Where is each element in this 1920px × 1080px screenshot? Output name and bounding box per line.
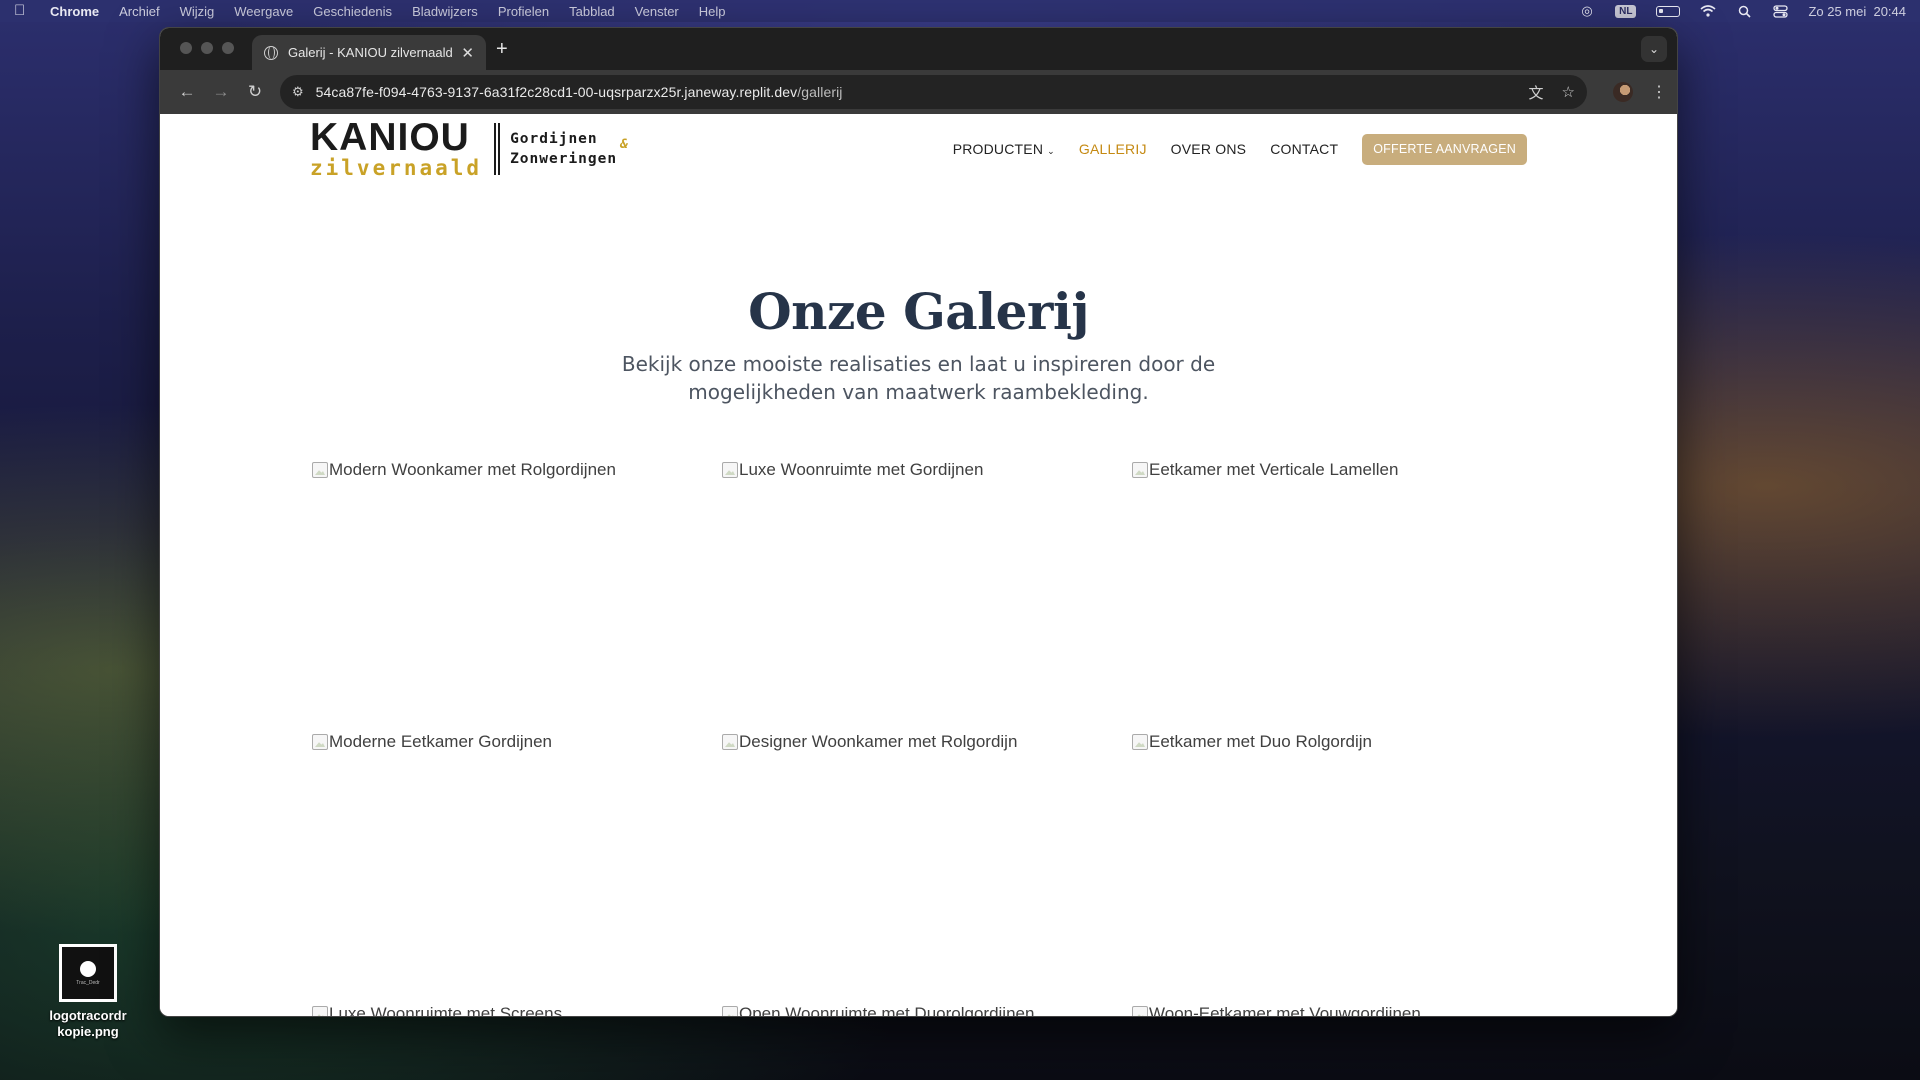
menu-geschiedenis[interactable]: Geschiedenis	[313, 4, 392, 19]
menubar-clock[interactable]: Zo 25 mei 20:44	[1808, 4, 1906, 19]
menu-weergave[interactable]: Weergave	[234, 4, 293, 19]
back-button[interactable]: ←	[170, 82, 204, 102]
broken-image-icon	[312, 734, 328, 750]
site-logo[interactable]: KANIOU zilvernaald Gordijnen & Zonwering…	[310, 116, 628, 180]
menu-profielen[interactable]: Profielen	[498, 4, 549, 19]
menu-help[interactable]: Help	[699, 4, 726, 19]
web-page: KANIOU zilvernaald Gordijnen & Zonwering…	[160, 114, 1677, 1017]
battery-icon[interactable]	[1656, 5, 1681, 17]
url-host: 54ca87fe-f094-4763-9137-6a31f2c28cd1-00-…	[315, 84, 798, 100]
close-tab-icon[interactable]: ✕	[461, 44, 474, 62]
file-thumbnail: Trac_Dedr	[59, 944, 117, 1002]
menubar-status-area: ◎ NL Zo 25 mei 20:44	[1579, 3, 1906, 19]
gallery-item[interactable]: Luxe Woonruimte met Gordijnen	[722, 460, 983, 480]
gallery-item-alt: Designer Woonkamer met Rolgordijn	[739, 732, 1018, 751]
menu-wijzig[interactable]: Wijzig	[180, 4, 215, 19]
menu-bladwijzers[interactable]: Bladwijzers	[412, 4, 478, 19]
logo-tagline-line2: Zonweringen	[510, 151, 618, 167]
nav-producten[interactable]: PRODUCTEN ⌄	[953, 141, 1055, 157]
logo-divider	[494, 123, 501, 175]
spotlight-search-icon[interactable]	[1736, 4, 1752, 18]
broken-image-icon	[312, 462, 328, 478]
tab-gallerij[interactable]: Galerij - KANIOU zilvernaald ✕	[252, 35, 486, 70]
zoom-window-button[interactable]	[222, 42, 234, 54]
desktop-file[interactable]: Trac_Dedr logotracordr kopie.png	[36, 944, 140, 1040]
tab-search-dropdown-button[interactable]: ⌄	[1641, 36, 1667, 62]
logo-mark-icon	[80, 960, 96, 977]
forward-button[interactable]: →	[204, 82, 238, 102]
address-bar[interactable]: ⚙ 54ca87fe-f094-4763-9137-6a31f2c28cd1-0…	[280, 75, 1587, 109]
broken-image-icon	[722, 1006, 738, 1016]
broken-image-icon	[1132, 734, 1148, 750]
nav-contact[interactable]: CONTACT	[1270, 141, 1338, 157]
nav-gallerij[interactable]: GALLERIJ	[1079, 141, 1147, 157]
gallery-item-alt: Luxe Woonruimte met Gordijnen	[739, 460, 984, 479]
menu-venster[interactable]: Venster	[635, 4, 679, 19]
logo-tagline-line1: Gordijnen	[510, 131, 598, 147]
input-language-badge[interactable]: NL	[1615, 4, 1637, 18]
globe-icon	[264, 45, 278, 60]
browser-toolbar: ← → ↻ ⚙ 54ca87fe-f094-4763-9137-6a31f2c2…	[160, 70, 1677, 114]
file-name-label: logotracordr kopie.png	[49, 1008, 127, 1039]
gallery-item-alt: Eetkamer met Duo Rolgordijn	[1149, 732, 1372, 751]
file-thumbnail-text: Trac_Dedr	[76, 979, 100, 986]
macos-menubar:  Chrome Archief Wijzig Weergave Geschie…	[0, 0, 1920, 22]
menu-app-name[interactable]: Chrome	[50, 4, 99, 19]
logo-tagline: Gordijnen & Zonweringen	[510, 129, 628, 169]
gallery-item-alt: Woon-Eetkamer met Vouwgordijnen	[1149, 1004, 1421, 1017]
browser-menu-icon[interactable]: ⋮	[1651, 82, 1667, 102]
window-controls	[180, 42, 234, 54]
gallery-item[interactable]: Modern Woonkamer met Rolgordijnen	[312, 460, 616, 480]
broken-image-icon	[722, 462, 738, 478]
gallery-item[interactable]: Designer Woonkamer met Rolgordijn	[722, 732, 1017, 752]
tab-strip: Galerij - KANIOU zilvernaald ✕ + ⌄	[160, 28, 1677, 70]
gallery-item-alt: Modern Woonkamer met Rolgordijnen	[329, 460, 616, 479]
logo-brand: KANIOU zilvernaald	[310, 116, 483, 180]
gallery-item[interactable]: Woon-Eetkamer met Vouwgordijnen	[1132, 1004, 1421, 1017]
logo-subname: zilvernaald	[310, 156, 483, 180]
gallery-item-alt: Moderne Eetkamer Gordijnen	[329, 732, 553, 751]
site-settings-icon[interactable]: ⚙	[292, 84, 304, 100]
wifi-icon[interactable]	[1700, 4, 1716, 18]
chevron-down-icon: ⌄	[1047, 146, 1055, 156]
page-title: Onze Galerij	[748, 282, 1089, 341]
bookmark-star-icon[interactable]: ☆	[1562, 83, 1575, 101]
main-navigation: PRODUCTEN ⌄ GALLERIJ OVER ONS CONTACT OFF…	[953, 133, 1527, 165]
gallery-item[interactable]: Moderne Eetkamer Gordijnen	[312, 732, 552, 752]
nav-over-ons[interactable]: OVER ONS	[1171, 141, 1247, 157]
url-path: /gallerij	[797, 84, 843, 100]
gallery-item-alt: Eetkamer met Verticale Lamellen	[1149, 460, 1399, 479]
apple-icon[interactable]: 	[14, 3, 30, 19]
gallery-item-alt: Open Woonruimte met Duorolgordijnen	[739, 1004, 1035, 1017]
gallery-item[interactable]: Eetkamer met Duo Rolgordijn	[1132, 732, 1372, 752]
menu-tabblad[interactable]: Tabblad	[569, 4, 615, 19]
reload-button[interactable]: ↻	[238, 82, 272, 102]
tab-title: Galerij - KANIOU zilvernaald	[288, 45, 453, 60]
menu-archief[interactable]: Archief	[119, 4, 159, 19]
new-tab-button[interactable]: +	[496, 38, 508, 61]
broken-image-icon	[312, 1006, 328, 1016]
offerte-aanvragen-button[interactable]: OFFERTE AANVRAGEN	[1362, 133, 1527, 165]
gallery-item[interactable]: Luxe Woonruimte met Screens	[312, 1004, 563, 1017]
page-subtitle: Bekijk onze mooiste realisaties en laat …	[621, 352, 1216, 404]
minimize-window-button[interactable]	[201, 42, 213, 54]
close-window-button[interactable]	[180, 42, 192, 54]
site-header: KANIOU zilvernaald Gordijnen & Zonwering…	[310, 114, 1527, 184]
focus-icon[interactable]: ◎	[1579, 3, 1595, 18]
broken-image-icon	[1132, 462, 1148, 478]
url-text[interactable]: 54ca87fe-f094-4763-9137-6a31f2c28cd1-00-…	[316, 84, 1511, 100]
translate-icon[interactable]: 文	[1529, 82, 1544, 103]
logo-name: KANIOU	[310, 116, 470, 159]
nav-producten-label: PRODUCTEN	[952, 141, 1044, 157]
logo-tagline-ampersand: &	[620, 137, 629, 152]
gallery-item[interactable]: Eetkamer met Verticale Lamellen	[1132, 460, 1398, 480]
profile-avatar[interactable]	[1613, 82, 1633, 102]
broken-image-icon	[1132, 1006, 1148, 1016]
browser-window: Galerij - KANIOU zilvernaald ✕ + ⌄ ← → ↻…	[159, 27, 1678, 1017]
gallery-item-alt: Luxe Woonruimte met Screens	[329, 1004, 563, 1017]
broken-image-icon	[722, 734, 738, 750]
gallery-item[interactable]: Open Woonruimte met Duorolgordijnen	[722, 1004, 1035, 1017]
control-center-icon[interactable]	[1772, 4, 1788, 18]
